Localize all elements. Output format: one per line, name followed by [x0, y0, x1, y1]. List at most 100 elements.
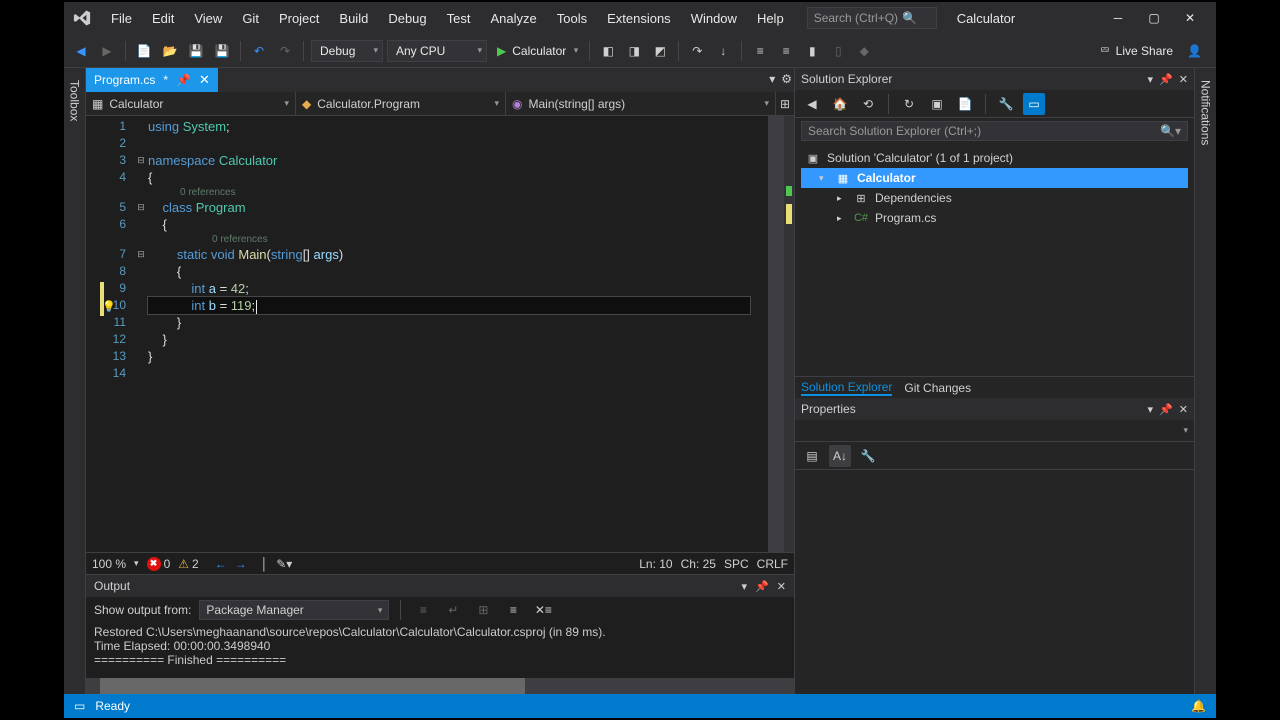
menu-test[interactable]: Test: [438, 7, 480, 30]
open-file-button[interactable]: 📂: [159, 40, 181, 62]
minimize-button[interactable]: ─: [1108, 8, 1128, 28]
expand-arrow-icon[interactable]: ▾: [819, 173, 829, 184]
output-toggle-icon[interactable]: ⊞: [472, 599, 494, 621]
uncomment-icon[interactable]: ▯: [827, 40, 849, 62]
fold-gutter[interactable]: ⊟⊟⊟: [134, 116, 148, 552]
close-tab-icon[interactable]: ✕: [199, 72, 210, 88]
output-list-icon[interactable]: ≡: [502, 599, 524, 621]
nav-class-dropdown[interactable]: ◆ Calculator.Program: [296, 92, 506, 115]
menu-git[interactable]: Git: [233, 7, 268, 30]
line-ending[interactable]: CRLF: [757, 557, 788, 571]
split-editor-icon[interactable]: ⊞: [776, 92, 794, 115]
file-node-program[interactable]: ▸ C# Program.cs: [801, 208, 1188, 228]
maximize-button[interactable]: ▢: [1144, 8, 1164, 28]
tab-dropdown-icon[interactable]: ▾: [769, 72, 775, 86]
se-back-icon[interactable]: ◀: [801, 93, 823, 115]
zoom-level[interactable]: 100 %: [92, 557, 126, 571]
menu-window[interactable]: Window: [682, 7, 746, 30]
menu-tools[interactable]: Tools: [548, 7, 596, 30]
tab-solution-explorer[interactable]: Solution Explorer: [801, 380, 892, 396]
output-window-icon[interactable]: ▭: [74, 699, 85, 713]
output-wrap-icon[interactable]: ↵: [442, 599, 464, 621]
codelens-refs[interactable]: 0 references: [148, 233, 750, 246]
bookmark-icon[interactable]: ◆: [853, 40, 875, 62]
save-button[interactable]: 💾: [185, 40, 207, 62]
solution-tree[interactable]: ▣ Solution 'Calculator' (1 of 1 project)…: [795, 144, 1194, 376]
overview-ruler[interactable]: [784, 116, 794, 552]
panel-dropdown-icon[interactable]: ▾: [1148, 73, 1154, 86]
se-collapse-icon[interactable]: ▣: [926, 93, 948, 115]
toolbox-tab[interactable]: Toolbox: [68, 76, 82, 125]
close-window-button[interactable]: ✕: [1180, 8, 1200, 28]
menu-build[interactable]: Build: [330, 7, 377, 30]
output-content[interactable]: Restored C:\Users\meghaanand\source\repo…: [86, 623, 794, 678]
undo-button[interactable]: ↶: [248, 40, 270, 62]
toolbar-icon-3[interactable]: ◩: [649, 40, 671, 62]
indent-less-icon[interactable]: ≡: [749, 40, 771, 62]
menu-extensions[interactable]: Extensions: [598, 7, 680, 30]
codelens-refs[interactable]: 0 references: [148, 186, 750, 199]
panel-pin-icon[interactable]: 📌: [1159, 403, 1173, 416]
output-clear-icon[interactable]: ≡: [412, 599, 434, 621]
save-all-button[interactable]: 💾: [211, 40, 233, 62]
error-count[interactable]: ✖0: [147, 557, 171, 571]
se-properties-icon[interactable]: 🔧: [995, 93, 1017, 115]
nav-project-dropdown[interactable]: ▦ Calculator: [86, 92, 296, 115]
tab-settings-icon[interactable]: ⚙: [781, 72, 792, 86]
quick-search-input[interactable]: Search (Ctrl+Q) 🔍: [807, 7, 937, 29]
code-editor[interactable]: 1 2 3 4 5 6 7 8 9 10 11 12 13 14: [86, 116, 794, 552]
categorized-icon[interactable]: ▤: [801, 445, 823, 467]
notifications-bell-icon[interactable]: 🔔: [1191, 699, 1206, 713]
toolbar-icon-1[interactable]: ◧: [597, 40, 619, 62]
nav-member-dropdown[interactable]: ◉ Main(string[] args): [506, 92, 776, 115]
comment-icon[interactable]: ▮: [801, 40, 823, 62]
alphabetical-icon[interactable]: A↓: [829, 445, 851, 467]
panel-close-icon[interactable]: ✕: [1179, 73, 1188, 86]
expand-arrow-icon[interactable]: ▸: [837, 193, 847, 204]
property-pages-icon[interactable]: 🔧: [857, 445, 879, 467]
se-preview-icon[interactable]: ▭: [1023, 93, 1045, 115]
live-share-button[interactable]: ⮹ Live Share 👤: [1100, 43, 1210, 58]
redo-button[interactable]: ↷: [274, 40, 296, 62]
menu-help[interactable]: Help: [748, 7, 793, 30]
expand-arrow-icon[interactable]: ▸: [837, 213, 847, 224]
se-refresh-icon[interactable]: ↻: [898, 93, 920, 115]
indent-mode[interactable]: SPC: [724, 557, 749, 571]
toolbar-icon-2[interactable]: ◨: [623, 40, 645, 62]
menu-debug[interactable]: Debug: [379, 7, 435, 30]
indent-more-icon[interactable]: ≡: [775, 40, 797, 62]
panel-dropdown-icon[interactable]: ▾: [1148, 403, 1154, 416]
vertical-scrollbar[interactable]: [768, 116, 784, 552]
output-close-icon[interactable]: ✕: [777, 580, 786, 593]
solution-explorer-search[interactable]: Search Solution Explorer (Ctrl+;) 🔍▾: [795, 118, 1194, 144]
output-source-dropdown[interactable]: Package Manager: [199, 600, 389, 620]
lightbulb-icon[interactable]: 💡: [102, 300, 116, 313]
code-content[interactable]: 💡 using System; namespace Calculator { 0…: [148, 116, 768, 552]
output-pin-icon[interactable]: 📌: [755, 580, 769, 593]
panel-pin-icon[interactable]: 📌: [1159, 73, 1173, 86]
nav-prev-icon[interactable]: ←: [215, 557, 227, 571]
account-icon[interactable]: 👤: [1187, 44, 1202, 58]
tab-git-changes[interactable]: Git Changes: [904, 381, 971, 395]
menu-view[interactable]: View: [185, 7, 231, 30]
menu-file[interactable]: File: [102, 7, 141, 30]
new-project-button[interactable]: 📄: [133, 40, 155, 62]
menu-project[interactable]: Project: [270, 7, 328, 30]
se-show-all-icon[interactable]: 📄: [954, 93, 976, 115]
right-side-tab[interactable]: Notifications: [1194, 68, 1216, 694]
warning-count[interactable]: ⚠2: [178, 557, 198, 571]
solution-config-dropdown[interactable]: Debug: [311, 40, 383, 62]
menu-analyze[interactable]: Analyze: [481, 7, 545, 30]
output-clear-all-icon[interactable]: ✕≡: [532, 599, 554, 621]
left-side-tab[interactable]: Toolbox: [64, 68, 86, 694]
output-h-scrollbar[interactable]: [86, 678, 794, 694]
menu-edit[interactable]: Edit: [143, 7, 183, 30]
pin-tab-icon[interactable]: 📌: [176, 73, 191, 87]
se-home-icon[interactable]: 🏠: [829, 93, 851, 115]
nav-next-icon[interactable]: →: [235, 557, 247, 571]
se-sync-icon[interactable]: ⟲: [857, 93, 879, 115]
pen-icon[interactable]: ✎▾: [276, 557, 292, 571]
file-tab-program[interactable]: Program.cs* 📌 ✕: [86, 68, 218, 92]
solution-node[interactable]: ▣ Solution 'Calculator' (1 of 1 project): [801, 148, 1188, 168]
properties-object-dropdown[interactable]: ▾: [795, 420, 1194, 442]
